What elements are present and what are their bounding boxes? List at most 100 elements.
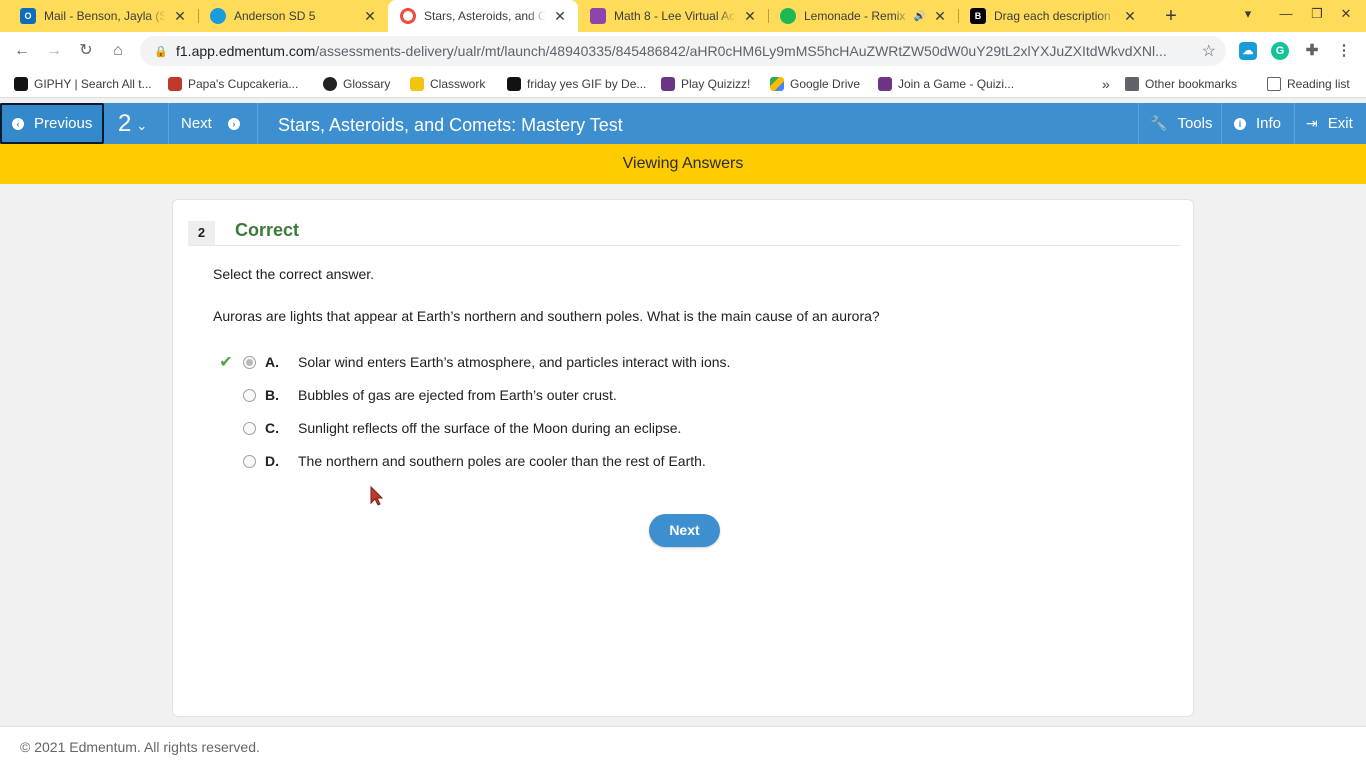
address-bar[interactable]: 🔒 f1.app.edmentum.com /assessments-deliv… [140,36,1226,66]
bookmark-item[interactable]: friday yes GIF by De... [507,75,646,93]
close-tab-icon[interactable]: ✕ [932,8,948,25]
answer-option-d[interactable]: D. The northern and southern poles are c… [217,451,706,471]
reload-icon[interactable]: ↻ [75,40,97,62]
close-tab-icon[interactable]: ✕ [362,8,378,25]
bookmark-item[interactable]: Glossary [323,75,390,93]
divider [1221,103,1222,144]
close-tab-icon[interactable]: ✕ [742,8,758,25]
answer-option-c[interactable]: C. Sunlight reflects off the surface of … [217,418,681,438]
speaker-icon[interactable]: 🔊 [914,11,926,22]
bookmark-label: Papa's Cupcakeria... [188,77,299,91]
lock-icon: 🔒 [154,46,168,58]
bookmark-item[interactable]: Papa's Cupcakeria... [168,75,298,93]
giphy-icon [507,77,521,91]
tab-search-icon[interactable]: ▾ [1238,6,1258,22]
question-header: 2 Correct [188,218,1180,246]
radio-button[interactable] [243,421,256,435]
answer-option-a[interactable]: ✔ A. Solar wind enters Earth’s atmospher… [217,352,730,372]
close-tab-icon[interactable]: ✕ [172,8,188,25]
tab-title: Mail - Benson, Jayla (St [44,9,166,23]
sign-out-icon: ⇥ [1306,115,1318,131]
forward-icon[interactable]: → [43,40,65,62]
radio-button[interactable] [243,388,256,402]
option-letter: B. [265,387,279,403]
info-label: Info [1256,115,1282,132]
question-status: Correct [235,220,300,240]
new-tab-button[interactable]: + [1160,5,1182,27]
exit-label: Exit [1327,115,1353,132]
question-selector[interactable]: 2 ⌄ [106,103,168,144]
classroom-icon [590,8,606,24]
option-letter: D. [265,453,279,469]
question-instruction: Select the correct answer. [213,266,375,282]
other-bookmarks[interactable]: Other bookmarks [1125,75,1237,93]
next-label: Next [181,115,212,132]
browser-tab-active[interactable]: Stars, Asteroids, and Co ✕ [388,0,578,32]
menu-icon[interactable]: ⋮ [1335,42,1353,60]
chevron-down-icon: ⌄ [136,117,148,133]
browser-toolbar: ← → ↻ ⌂ 🔒 f1.app.edmentum.com /assessmen… [0,32,1366,70]
home-icon[interactable]: ⌂ [107,40,129,62]
google-drive-icon [770,77,784,91]
exit-button[interactable]: ⇥ Exit [1306,103,1353,144]
url-host: f1.app.edmentum.com [176,43,316,59]
reading-list-label: Reading list [1287,77,1350,91]
browser-tab[interactable]: Math 8 - Lee Virtual Aca ✕ [578,0,768,32]
minimize-icon[interactable]: — [1276,6,1296,21]
tools-button[interactable]: 🔧 Tools [1150,103,1212,144]
viewing-answers-banner: Viewing Answers [0,144,1366,184]
bookmark-star-icon[interactable]: ☆ [1202,41,1216,61]
bookmark-item[interactable]: Join a Game - Quizi... [878,75,1014,93]
bookmark-item[interactable]: Classwork [410,75,485,93]
glossary-icon [323,77,337,91]
reading-list[interactable]: Reading list [1267,75,1350,93]
close-tab-icon[interactable]: ✕ [552,8,568,25]
bookmark-item[interactable]: GIPHY | Search All t... [14,75,152,93]
close-tab-icon[interactable]: ✕ [1122,8,1138,25]
bookmark-label: Glossary [343,77,391,91]
close-window-icon[interactable]: ✕ [1336,6,1356,22]
grammarly-icon[interactable]: G [1271,42,1289,60]
answer-option-b[interactable]: B. Bubbles of gas are ejected from Earth… [217,385,617,405]
extensions-icon[interactable]: ✚ [1303,42,1321,60]
previous-button[interactable]: ‹ Previous [0,103,104,144]
bookmark-label: Play Quizizz! [681,77,751,91]
info-icon: i [1234,117,1246,130]
question-selector-value: 2 [118,109,132,137]
mouse-cursor-icon [370,486,384,506]
arrow-right-circle-icon: › [227,117,240,130]
bookmark-item[interactable]: Google Drive [770,75,860,93]
radio-button[interactable] [243,355,256,369]
question-prompt: Auroras are lights that appear at Earth’… [213,308,880,324]
bookmark-label: GIPHY | Search All t... [34,77,152,91]
bookmarks-bar: GIPHY | Search All t... Papa's Cupcakeri… [0,70,1366,98]
spotify-icon [780,8,796,24]
cloud-icon [210,8,226,24]
radio-button[interactable] [243,454,256,468]
divider [257,103,258,144]
previous-label: Previous [34,115,93,132]
browser-tab[interactable]: B Drag each description t ✕ [958,0,1148,32]
next-header-button[interactable]: Next › [169,103,257,144]
page-title: Stars, Asteroids, and Comets: Mastery Te… [278,115,623,135]
browser-tab[interactable]: O Mail - Benson, Jayla (St ✕ [8,0,198,32]
option-text: The northern and southern poles are cool… [298,453,706,469]
question-card: 2 Correct Select the correct answer. Aur… [172,199,1194,717]
folder-icon [1125,77,1139,91]
browser-tab[interactable]: Anderson SD 5 ✕ [198,0,388,32]
more-bookmarks-icon[interactable]: » [1102,75,1110,93]
bookmark-item[interactable]: Play Quizizz! [661,75,750,93]
back-icon[interactable]: ← [11,40,33,62]
next-question-button[interactable]: Next [649,514,720,547]
url-path: /assessments-delivery/ualr/mt/launch/489… [315,43,1167,59]
info-button[interactable]: i Info [1234,103,1281,144]
quizizz-icon [878,77,892,91]
other-bookmarks-label: Other bookmarks [1145,77,1238,91]
bookmark-label: Classwork [430,77,486,91]
browser-tab-strip: O Mail - Benson, Jayla (St ✕ Anderson SD… [0,0,1366,32]
browser-tab[interactable]: Lemonade - Remix 🔊 ✕ [768,0,958,32]
cloud-extension-icon[interactable]: ☁ [1239,42,1257,60]
restore-icon[interactable]: ❐ [1307,6,1327,22]
tab-title: Drag each description t [994,9,1116,23]
outlook-icon: O [20,8,36,24]
